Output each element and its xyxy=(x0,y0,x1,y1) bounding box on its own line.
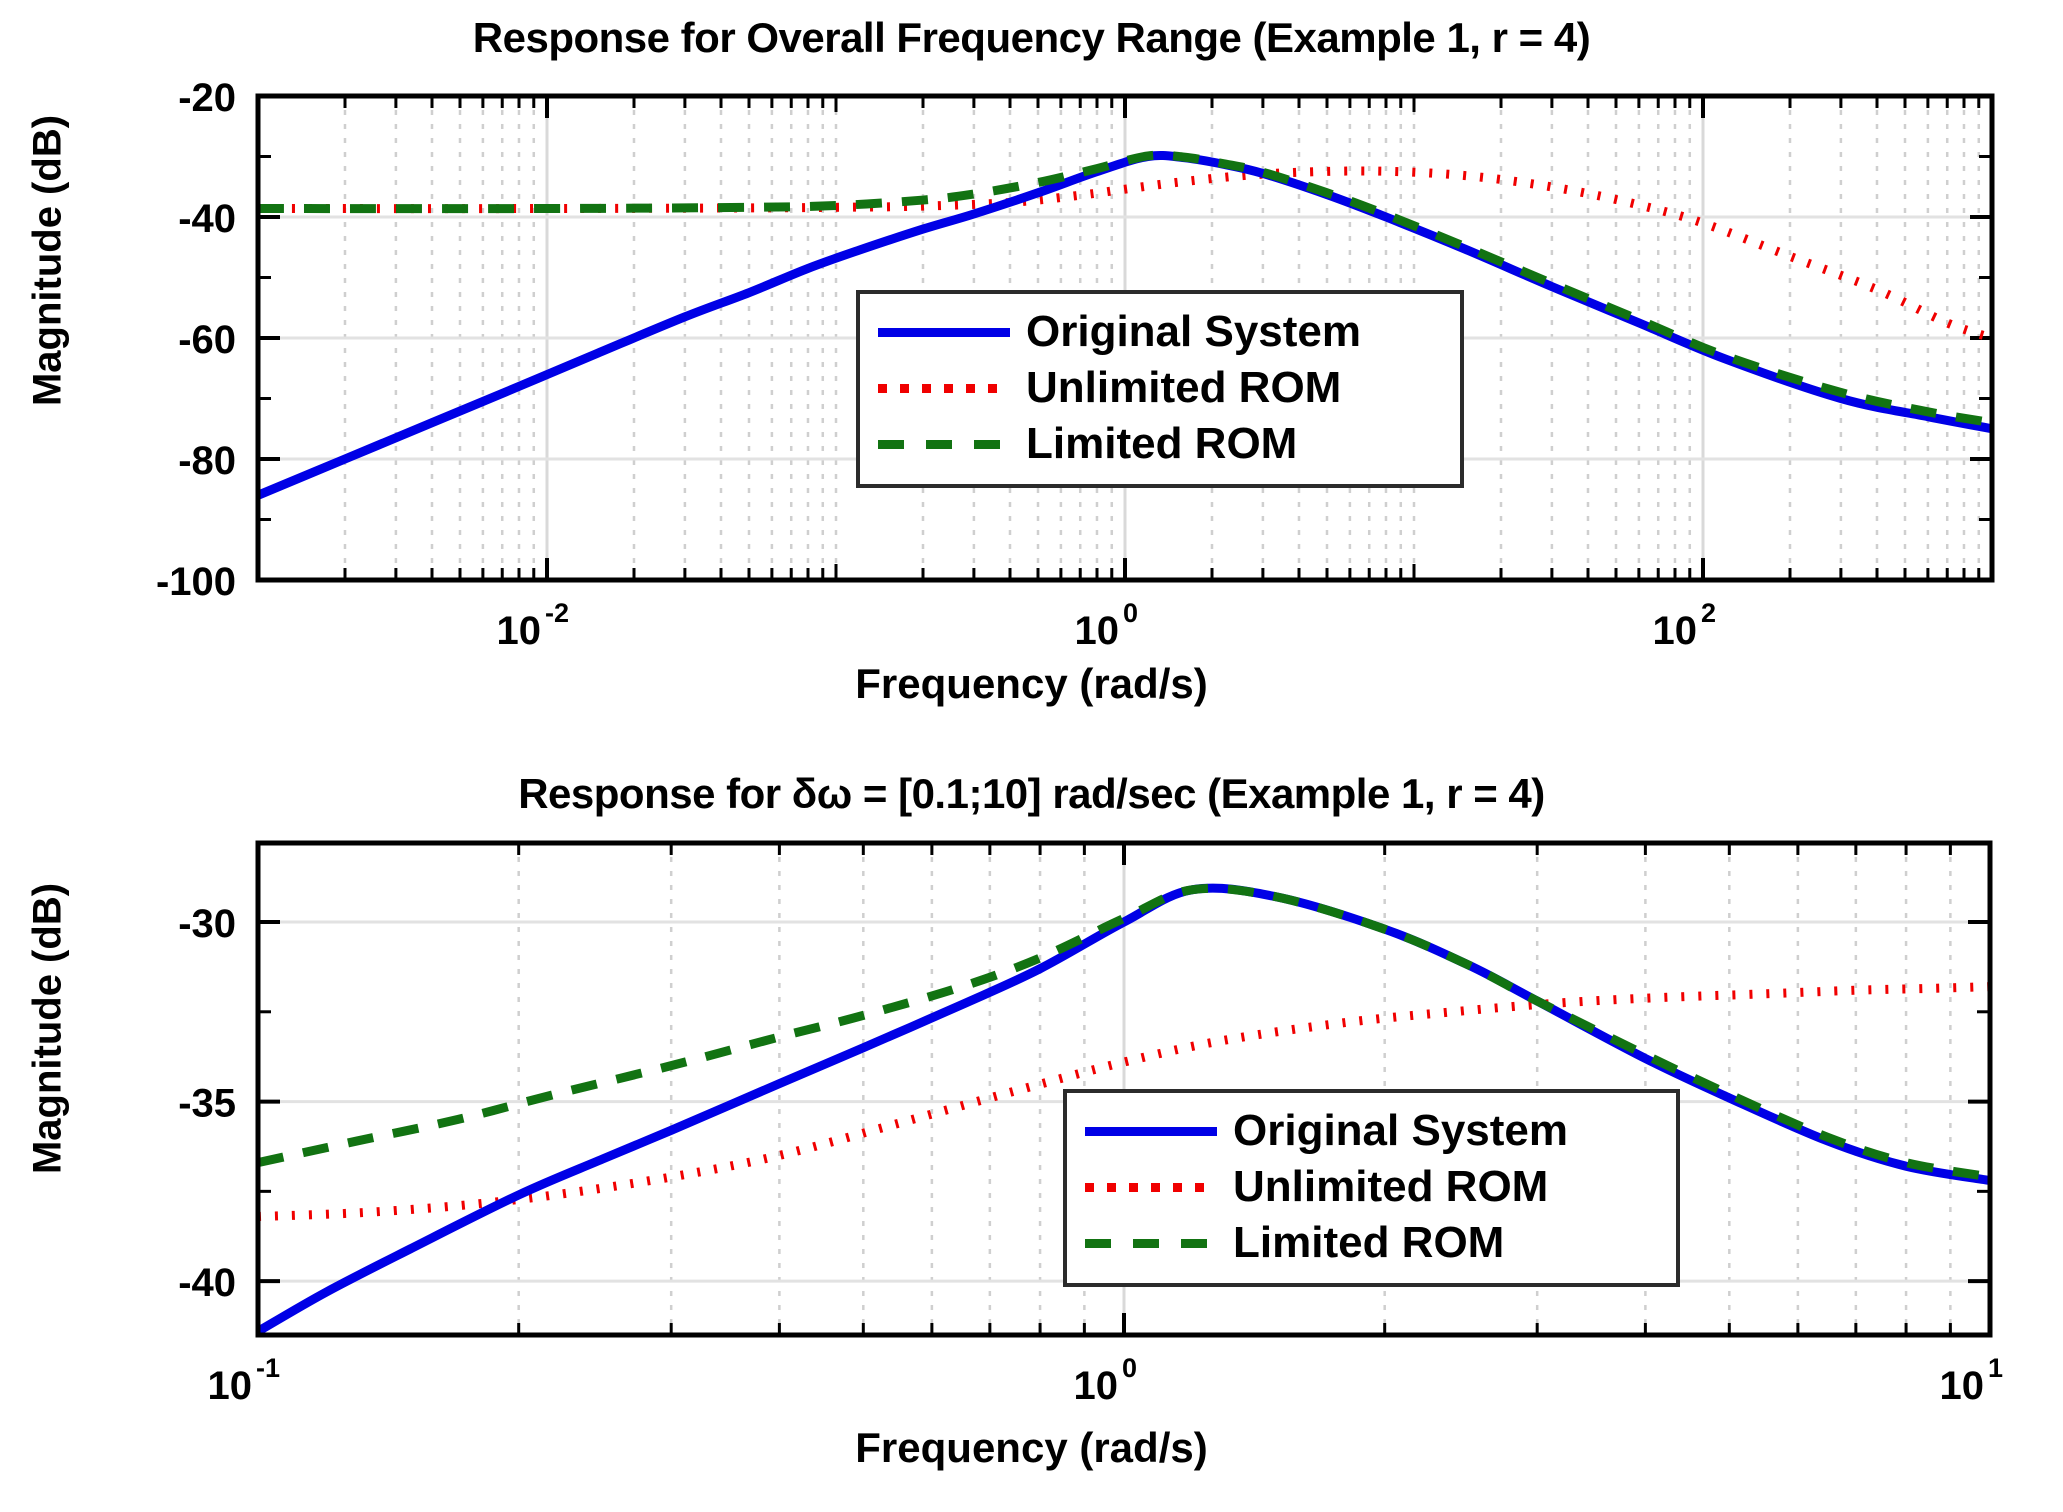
y-tick-label: -35 xyxy=(178,1082,236,1126)
legend-item-limited-rom: Limited ROM xyxy=(878,416,1442,472)
svg-text:-2: -2 xyxy=(545,598,569,628)
svg-text:-1: -1 xyxy=(256,1353,280,1383)
y-tick-label: -40 xyxy=(178,197,236,241)
legend-swatch-solid-icon xyxy=(1085,1116,1217,1146)
legend-item-unlimited-rom: Unlimited ROM xyxy=(878,360,1442,416)
svg-text:1: 1 xyxy=(1988,1353,2003,1383)
legend-top: Original System Unlimited ROM Limited ROM xyxy=(856,290,1464,488)
y-tick-label: -40 xyxy=(178,1261,236,1305)
x-tick-label: 10 2 xyxy=(1653,598,1717,653)
legend-item-unlimited-rom: Unlimited ROM xyxy=(1085,1159,1658,1215)
legend-item-label: Original System xyxy=(1233,1106,1569,1155)
x-tick-label: 10 -2 xyxy=(497,598,570,653)
legend-item-label: Unlimited ROM xyxy=(1026,363,1342,412)
chart-panel-overall: Response for Overall Frequency Range (Ex… xyxy=(0,0,2063,756)
y-tick-label: -60 xyxy=(178,318,236,362)
svg-text:2: 2 xyxy=(1701,598,1716,628)
legend-item-label: Original System xyxy=(1026,307,1362,356)
x-tick-label: 10 0 xyxy=(1075,598,1139,653)
legend-item-limited-rom: Limited ROM xyxy=(1085,1215,1658,1271)
legend-swatch-dashed-icon xyxy=(878,429,1010,459)
chart-panel-band: Response for δω = [0.1;10] rad/sec (Exam… xyxy=(0,756,2063,1512)
legend-item-original-system: Original System xyxy=(878,304,1442,360)
svg-text:0: 0 xyxy=(1122,1353,1137,1383)
y-tick-label: -30 xyxy=(178,902,236,946)
legend-item-label: Limited ROM xyxy=(1026,419,1298,468)
svg-text:0: 0 xyxy=(1123,598,1138,628)
legend-swatch-dotted-icon xyxy=(878,373,1010,403)
plot-area-bottom: -30-35-4010 -1 10 0 10 1 xyxy=(178,840,2004,1408)
svg-text:10: 10 xyxy=(208,1364,253,1408)
legend-item-label: Unlimited ROM xyxy=(1233,1162,1549,1211)
x-axis-label-bottom: Frequency (rad/s) xyxy=(855,1424,1208,1471)
x-tick-label: 10 1 xyxy=(1940,1353,2004,1408)
svg-text:10: 10 xyxy=(497,609,542,653)
x-tick-label: 10 0 xyxy=(1074,1353,1138,1408)
svg-text:10: 10 xyxy=(1653,609,1698,653)
svg-text:10: 10 xyxy=(1940,1364,1985,1408)
legend-swatch-dashed-icon xyxy=(1085,1228,1217,1258)
x-tick-label: 10 -1 xyxy=(208,1353,281,1408)
legend-swatch-solid-icon xyxy=(878,317,1010,347)
svg-text:10: 10 xyxy=(1074,1364,1119,1408)
y-tick-label: -80 xyxy=(178,439,236,483)
x-axis-label-top: Frequency (rad/s) xyxy=(855,660,1208,707)
y-tick-label: -100 xyxy=(156,560,236,604)
legend-item-original-system: Original System xyxy=(1085,1103,1658,1159)
y-tick-label: -20 xyxy=(178,76,236,120)
legend-swatch-dotted-icon xyxy=(1085,1172,1217,1202)
legend-bottom: Original System Unlimited ROM Limited ROM xyxy=(1063,1089,1680,1287)
figure-root: Response for Overall Frequency Range (Ex… xyxy=(0,0,2063,1512)
svg-text:10: 10 xyxy=(1075,609,1120,653)
legend-item-label: Limited ROM xyxy=(1233,1218,1505,1267)
